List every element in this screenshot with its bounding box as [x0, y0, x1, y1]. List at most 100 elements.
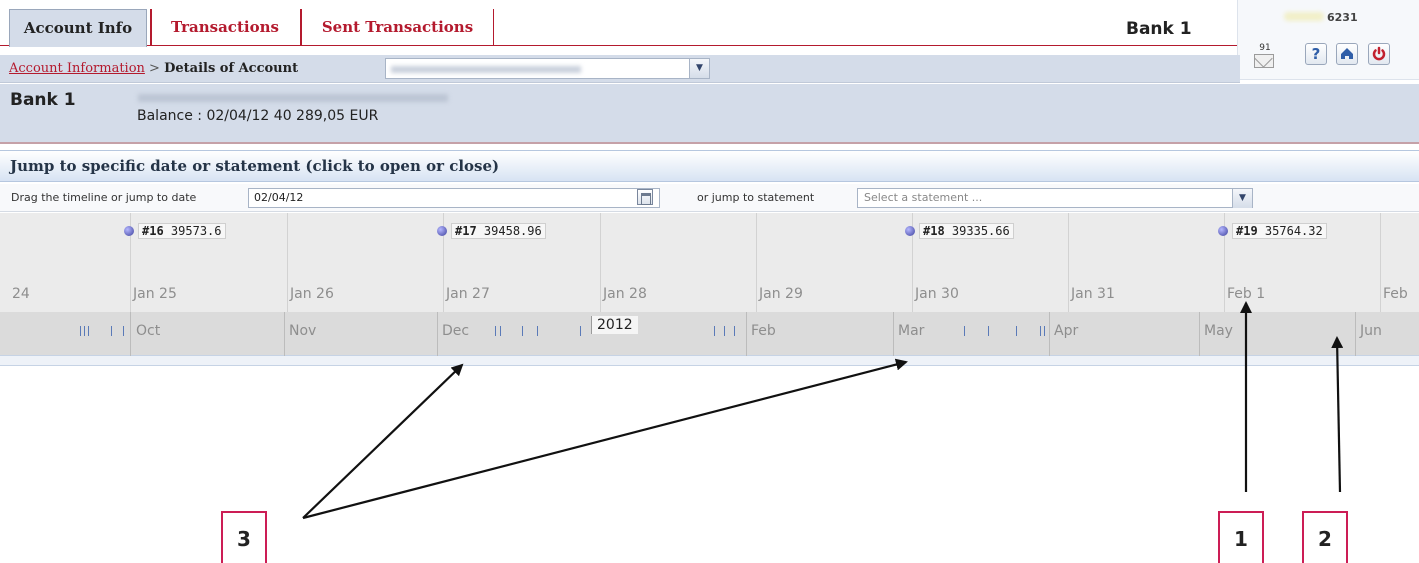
- balance-text: Balance : 02/04/12 40 289,05 EUR: [137, 108, 379, 124]
- marker-number: #17: [455, 224, 477, 238]
- callout-2: 2: [1302, 511, 1348, 563]
- band-divider: [284, 312, 285, 356]
- statement-tick: [123, 326, 124, 336]
- breadcrumb-account-information[interactable]: Account Information: [9, 61, 145, 76]
- statement-tick: [537, 326, 538, 336]
- redacted-user: [1284, 12, 1324, 21]
- day-label: Jan 30: [915, 286, 959, 302]
- month-band[interactable]: Oct Nov Dec Feb Mar Apr May Jun 2012: [0, 312, 1419, 356]
- month-label: Mar: [898, 323, 925, 339]
- bank-name: Bank 1: [10, 90, 76, 110]
- marker-value: 39573.6: [170, 224, 222, 238]
- statement-tick: [580, 326, 581, 336]
- month-label: May: [1204, 323, 1233, 339]
- day-label: Jan 31: [1071, 286, 1115, 302]
- day-label: Jan 26: [290, 286, 334, 302]
- day-label: 24: [12, 286, 30, 302]
- statement-tick: [495, 326, 496, 336]
- breadcrumb-separator: >: [149, 61, 160, 76]
- marker-value: 39335.66: [951, 224, 1010, 238]
- band-divider: [1049, 312, 1050, 356]
- arrow-3-to-band-left: [302, 363, 464, 519]
- tab-sent-transactions[interactable]: Sent Transactions: [300, 9, 494, 46]
- statement-tick: [1044, 326, 1045, 336]
- mail-icon[interactable]: [1254, 54, 1274, 68]
- home-glyph: [1341, 48, 1353, 59]
- date-input[interactable]: 02/04/12: [248, 188, 660, 208]
- callout-1: 1: [1218, 511, 1264, 563]
- statement-tick: [714, 326, 715, 336]
- statement-tick: [724, 326, 725, 336]
- year-label: 2012: [591, 316, 638, 334]
- account-panel: Bank 1 Balance : 02/04/12 40 289,05 EUR: [0, 84, 1419, 144]
- statement-tick: [1040, 326, 1041, 336]
- jump-controls: Drag the timeline or jump to date 02/04/…: [0, 184, 1419, 212]
- marker-number: #19: [1236, 224, 1258, 238]
- statement-tick: [88, 326, 89, 336]
- help-icon[interactable]: ?: [1305, 43, 1327, 65]
- marker-dot-icon: [1218, 226, 1228, 236]
- arrow-3-to-band-right: [302, 358, 908, 520]
- statement-placeholder: Select a statement ...: [864, 191, 983, 204]
- tab-transactions[interactable]: Transactions: [150, 9, 298, 46]
- chevron-down-icon[interactable]: ▼: [689, 59, 709, 78]
- power-icon[interactable]: [1368, 43, 1390, 65]
- month-label: Oct: [136, 323, 161, 339]
- statement-marker[interactable]: #19 35764.32: [1218, 223, 1327, 239]
- day-label: Jan 27: [446, 286, 490, 302]
- statement-tick: [522, 326, 523, 336]
- day-divider: [1380, 213, 1381, 312]
- month-label: Dec: [442, 323, 470, 339]
- statement-select[interactable]: Select a statement ... ▼: [857, 188, 1253, 208]
- timeline[interactable]: #16 39573.6 #17 39458.96 #18 39335.66 #1…: [0, 213, 1419, 312]
- month-label: Feb: [751, 323, 776, 339]
- month-label: Apr: [1054, 323, 1079, 339]
- statement-tick: [500, 326, 501, 336]
- jump-statement-label: or jump to statement: [697, 191, 815, 204]
- marker-value: 39458.96: [483, 224, 542, 238]
- calendar-icon[interactable]: [637, 189, 653, 205]
- tab-bar: Account Info Transactions Sent Transacti…: [0, 0, 1240, 47]
- breadcrumb-current: Details of Account: [164, 61, 299, 76]
- statement-marker[interactable]: #18 39335.66: [905, 223, 1014, 239]
- day-label: Jan 25: [133, 286, 177, 302]
- day-label: Feb: [1383, 286, 1408, 302]
- marker-dot-icon: [905, 226, 915, 236]
- statement-tick: [1016, 326, 1017, 336]
- month-label: Jun: [1360, 323, 1382, 339]
- band-divider: [1355, 312, 1356, 356]
- tab-account-info[interactable]: Account Info: [9, 9, 147, 47]
- jump-section-header[interactable]: Jump to specific date or statement (clic…: [0, 150, 1419, 182]
- drag-timeline-label: Drag the timeline or jump to date: [11, 191, 197, 204]
- widget-number: 6231: [1327, 11, 1358, 24]
- statement-tick: [84, 326, 85, 336]
- account-select[interactable]: ▼: [385, 58, 710, 79]
- home-icon[interactable]: [1336, 43, 1358, 65]
- band-divider: [130, 312, 131, 356]
- bank-title: Bank 1: [1126, 19, 1192, 39]
- power-glyph: [1372, 46, 1386, 61]
- statement-marker[interactable]: #16 39573.6: [124, 223, 226, 239]
- marker-number: #18: [923, 224, 945, 238]
- marker-number: #16: [142, 224, 164, 238]
- month-label: Nov: [289, 323, 317, 339]
- marker-value: 35764.32: [1264, 224, 1323, 238]
- band-divider: [1199, 312, 1200, 356]
- statement-tick: [988, 326, 989, 336]
- statement-tick: [734, 326, 735, 336]
- day-label: Jan 28: [603, 286, 647, 302]
- redacted-account: [391, 66, 581, 73]
- statement-tick: [964, 326, 965, 336]
- statement-tick: [111, 326, 112, 336]
- day-divider: [287, 213, 288, 312]
- chevron-down-icon[interactable]: ▼: [1232, 189, 1252, 208]
- day-label: Jan 29: [759, 286, 803, 302]
- band-divider: [893, 312, 894, 356]
- day-divider: [600, 213, 601, 312]
- callout-3: 3: [221, 511, 267, 563]
- day-divider: [756, 213, 757, 312]
- marker-dot-icon: [124, 226, 134, 236]
- marker-dot-icon: [437, 226, 447, 236]
- statement-marker[interactable]: #17 39458.96: [437, 223, 546, 239]
- band-divider: [437, 312, 438, 356]
